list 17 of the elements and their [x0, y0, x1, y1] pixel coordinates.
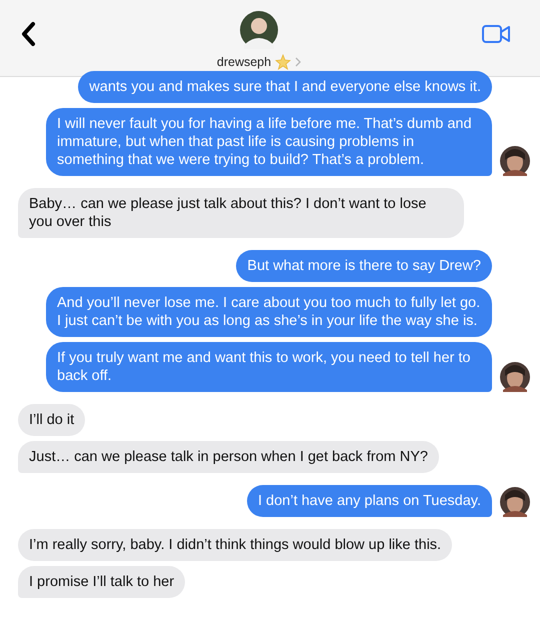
video-call-icon[interactable]: [482, 24, 510, 44]
chevron-icon: [295, 56, 302, 66]
message-bubble: I will never fault you for having a life before me. That’s dumb and immature, but when that past life is causing problems in something that we were trying to build? That’s a problem.: [46, 108, 492, 176]
message-bubble: I don’t have any plans on Tuesday.: [246, 485, 492, 517]
message-bubble: But what more is there to say Drew?: [236, 250, 492, 282]
message-bubble: I promise I’ll talk to her: [18, 566, 186, 598]
message-bubble: If you truly want me and want this to work, you need to tell her to back off.: [46, 342, 492, 392]
message-bubble: Just… can we please talk in person when I get back from NY?: [18, 441, 439, 473]
contact-avatar[interactable]: [240, 10, 278, 48]
message-bubble: I’ll do it: [18, 404, 86, 436]
star-icon: [275, 54, 292, 70]
contact-name[interactable]: drewseph: [216, 54, 272, 68]
message-bubble: wants you and makes sure that I and everyone else knows it.: [78, 71, 492, 103]
message-bubble: I’m really sorry, baby. I didn’t think things would blow up like this.: [18, 529, 452, 561]
message-bubble: Baby… can we please just talk about this? I don’t want to lose you over this: [18, 188, 464, 238]
message-bubble: And you’ll never lose me. I care about you too much to fully let go. I just can’t be with you as long as she’s in your life the way she is.: [46, 287, 492, 337]
back-icon[interactable]: [20, 21, 36, 47]
